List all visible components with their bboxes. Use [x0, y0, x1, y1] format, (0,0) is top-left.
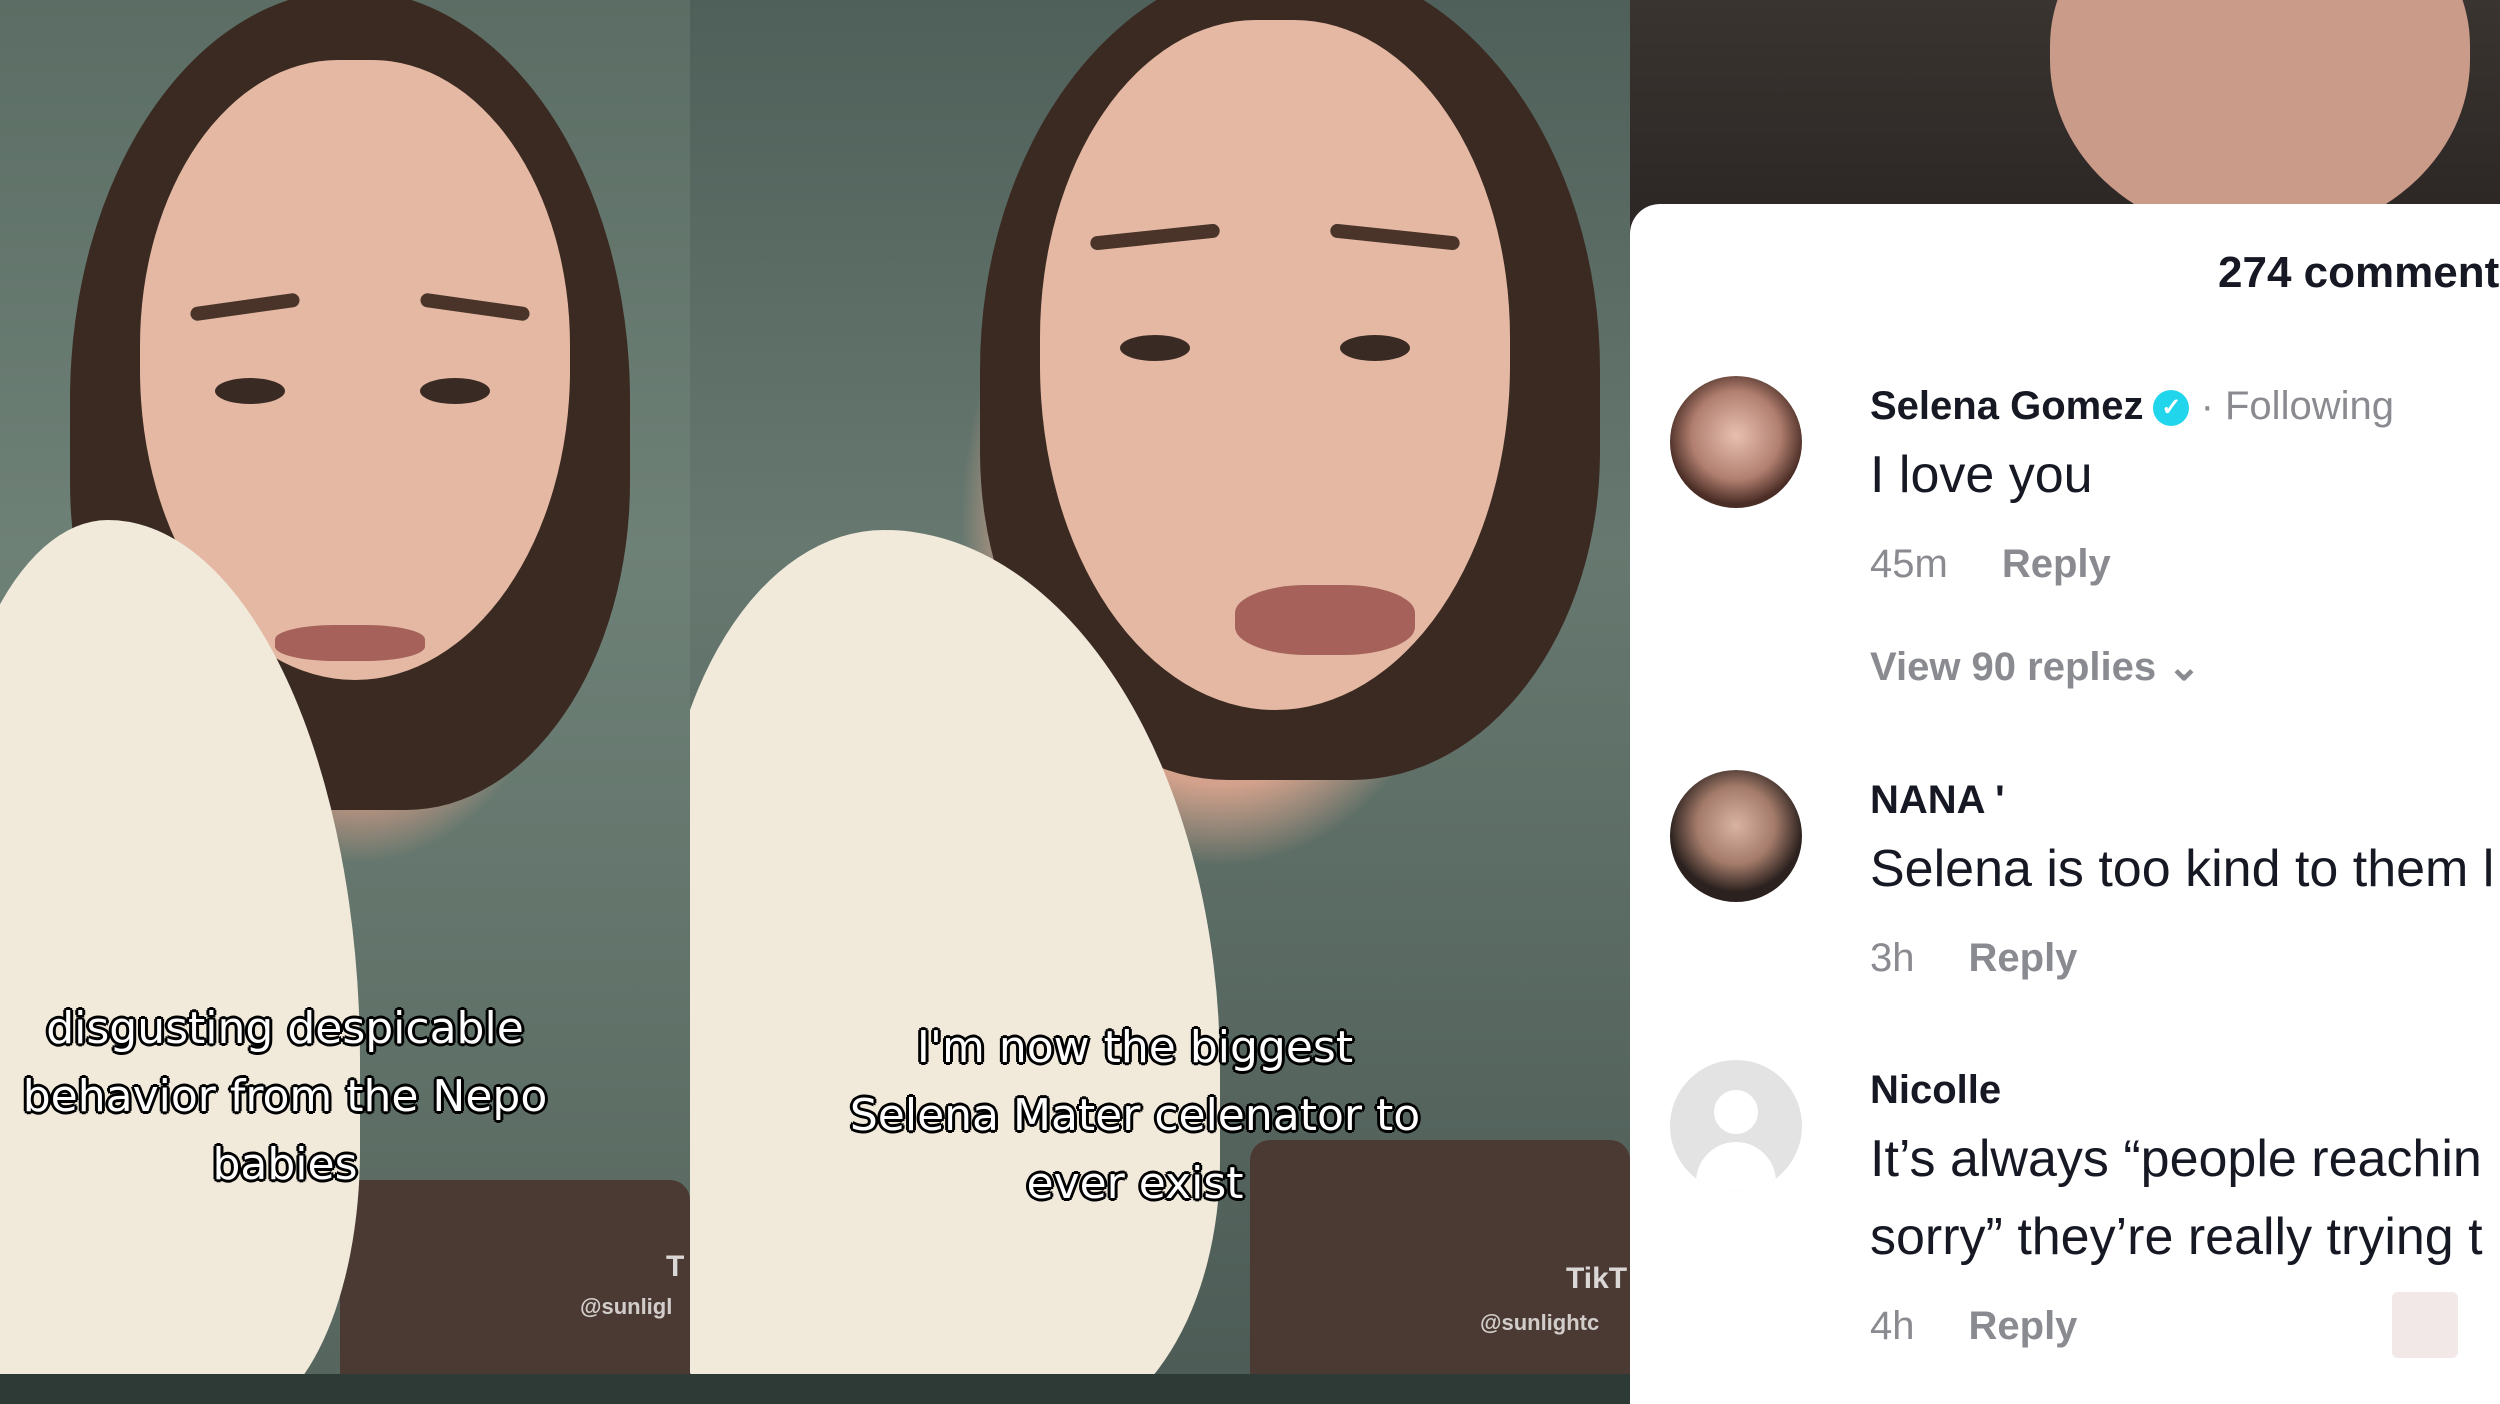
comment-text-line: sorry” they’re really trying t [1870, 1208, 2483, 1266]
video-caption: disgusting despicable behavior from the … [22, 1003, 548, 1190]
comment-item: NANA ' Selena is too kind to them l 3h Re… [1670, 770, 2500, 990]
comment-meta: 45m Reply [1870, 542, 2111, 587]
video-frame-middle: I'm now the biggest Selena Mater celenat… [690, 0, 1630, 1374]
avatar[interactable] [1670, 376, 1802, 508]
reply-button[interactable]: Reply [1969, 1304, 2078, 1348]
video-caption: I'm now the biggest Selena Mater celenat… [849, 1022, 1421, 1209]
comment-text: I love you [1870, 446, 2093, 504]
view-replies-button[interactable]: View 90 replies ⌄ [1870, 644, 2201, 690]
avatar-placeholder[interactable] [1670, 1060, 1802, 1192]
comment-text: Selena is too kind to them l [1870, 840, 2495, 898]
tank-top [340, 1180, 690, 1374]
comment-time: 45m [1870, 542, 1948, 586]
eye [1120, 335, 1190, 361]
comment-item: Selena Gomez ✓ · Following I love you 45m… [1670, 376, 2500, 696]
eye [420, 378, 490, 404]
comment-username[interactable]: Nicolle [1870, 1068, 2001, 1113]
tiktok-logo-text: TikT [1566, 1262, 1628, 1295]
chevron-down-icon: ⌄ [2167, 645, 2201, 689]
person-icon-body [1696, 1142, 1776, 1192]
eye [215, 378, 285, 404]
tiktok-logo-text: T [666, 1250, 685, 1283]
eye [1340, 335, 1410, 361]
comment-username[interactable]: NANA ' [1870, 778, 2005, 823]
reply-button[interactable]: Reply [2002, 542, 2111, 586]
video-frame-left: disgusting despicable behavior from the … [0, 0, 690, 1374]
creator-watermark: @sunlightc [1480, 1310, 1600, 1335]
channel-logo-icon [2390, 1290, 2460, 1360]
following-label: · Following [2200, 384, 2394, 428]
person-icon [1714, 1090, 1758, 1134]
mouth [1235, 585, 1415, 655]
comment-time: 3h [1870, 936, 1915, 980]
reply-button[interactable]: Reply [1969, 936, 2078, 980]
comment-username[interactable]: Selena Gomez ✓ · Following [1870, 384, 2394, 429]
comment-meta: 3h Reply [1870, 936, 2077, 981]
avatar[interactable] [1670, 770, 1802, 902]
comment-meta: 4h Reply [1870, 1304, 2077, 1349]
creator-watermark: @sunligl [580, 1294, 673, 1319]
comment-item: Nicolle It’s always “people reachin sorr… [1670, 1060, 2500, 1380]
verified-badge-icon: ✓ [2153, 390, 2190, 427]
comment-text-line: It’s always “people reachin [1870, 1130, 2482, 1188]
username-text[interactable]: Selena Gomez [1870, 384, 2143, 428]
view-replies-label[interactable]: View 90 replies [1870, 645, 2156, 689]
mouth [275, 625, 425, 661]
comment-time: 4h [1870, 1304, 1915, 1348]
comment-count: 274 comment [2218, 248, 2500, 297]
comments-sheet: 274 comment Selena Gomez ✓ · Following I … [1630, 204, 2500, 1404]
